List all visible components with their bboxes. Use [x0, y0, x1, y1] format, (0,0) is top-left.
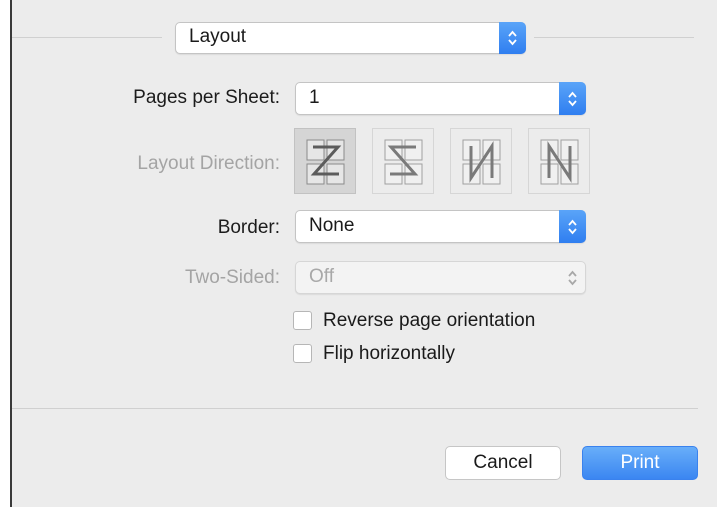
two-sided-label: Two-Sided: [184, 267, 280, 288]
reverse-z-order-icon [384, 139, 423, 185]
reverse-page-orientation-checkbox[interactable] [293, 311, 312, 330]
reverse-n-order-icon [540, 139, 579, 185]
flip-horizontally-label: Flip horizontally [323, 343, 455, 364]
top-separator-left [12, 37, 162, 38]
layout-direction-n-button[interactable] [450, 128, 512, 194]
z-order-icon [306, 139, 345, 185]
pages-per-sheet-label: Pages per Sheet: [133, 87, 280, 108]
layout-direction-z-button[interactable] [294, 128, 356, 194]
layout-direction-reverse-z-button[interactable] [372, 128, 434, 194]
flip-horizontally-checkbox[interactable] [293, 344, 312, 363]
popup-stepper-icon [559, 261, 586, 294]
n-order-icon [462, 139, 501, 185]
reverse-page-orientation-label: Reverse page orientation [323, 310, 536, 331]
popup-stepper-icon [559, 82, 586, 115]
layout-direction-label: Layout Direction: [137, 153, 280, 174]
cancel-button[interactable]: Cancel [445, 446, 561, 480]
border-popup[interactable]: None [295, 210, 586, 243]
bottom-separator [12, 408, 698, 409]
two-sided-popup[interactable]: Off [295, 261, 586, 294]
border-label: Border: [217, 217, 280, 238]
top-separator-right [534, 37, 694, 38]
print-button[interactable]: Print [582, 446, 698, 480]
popup-stepper-icon [499, 22, 526, 54]
two-sided-value: Off [309, 266, 334, 287]
print-dialog: Layout Pages per Sheet: 1 Layout Directi… [10, 0, 717, 507]
pages-per-sheet-value: 1 [309, 87, 320, 108]
popup-stepper-icon [559, 210, 586, 243]
pages-per-sheet-popup[interactable]: 1 [295, 82, 586, 115]
border-value: None [309, 215, 355, 236]
preset-popup[interactable]: Layout [175, 22, 526, 54]
preset-popup-value: Layout [189, 26, 247, 47]
layout-direction-reverse-n-button[interactable] [528, 128, 590, 194]
